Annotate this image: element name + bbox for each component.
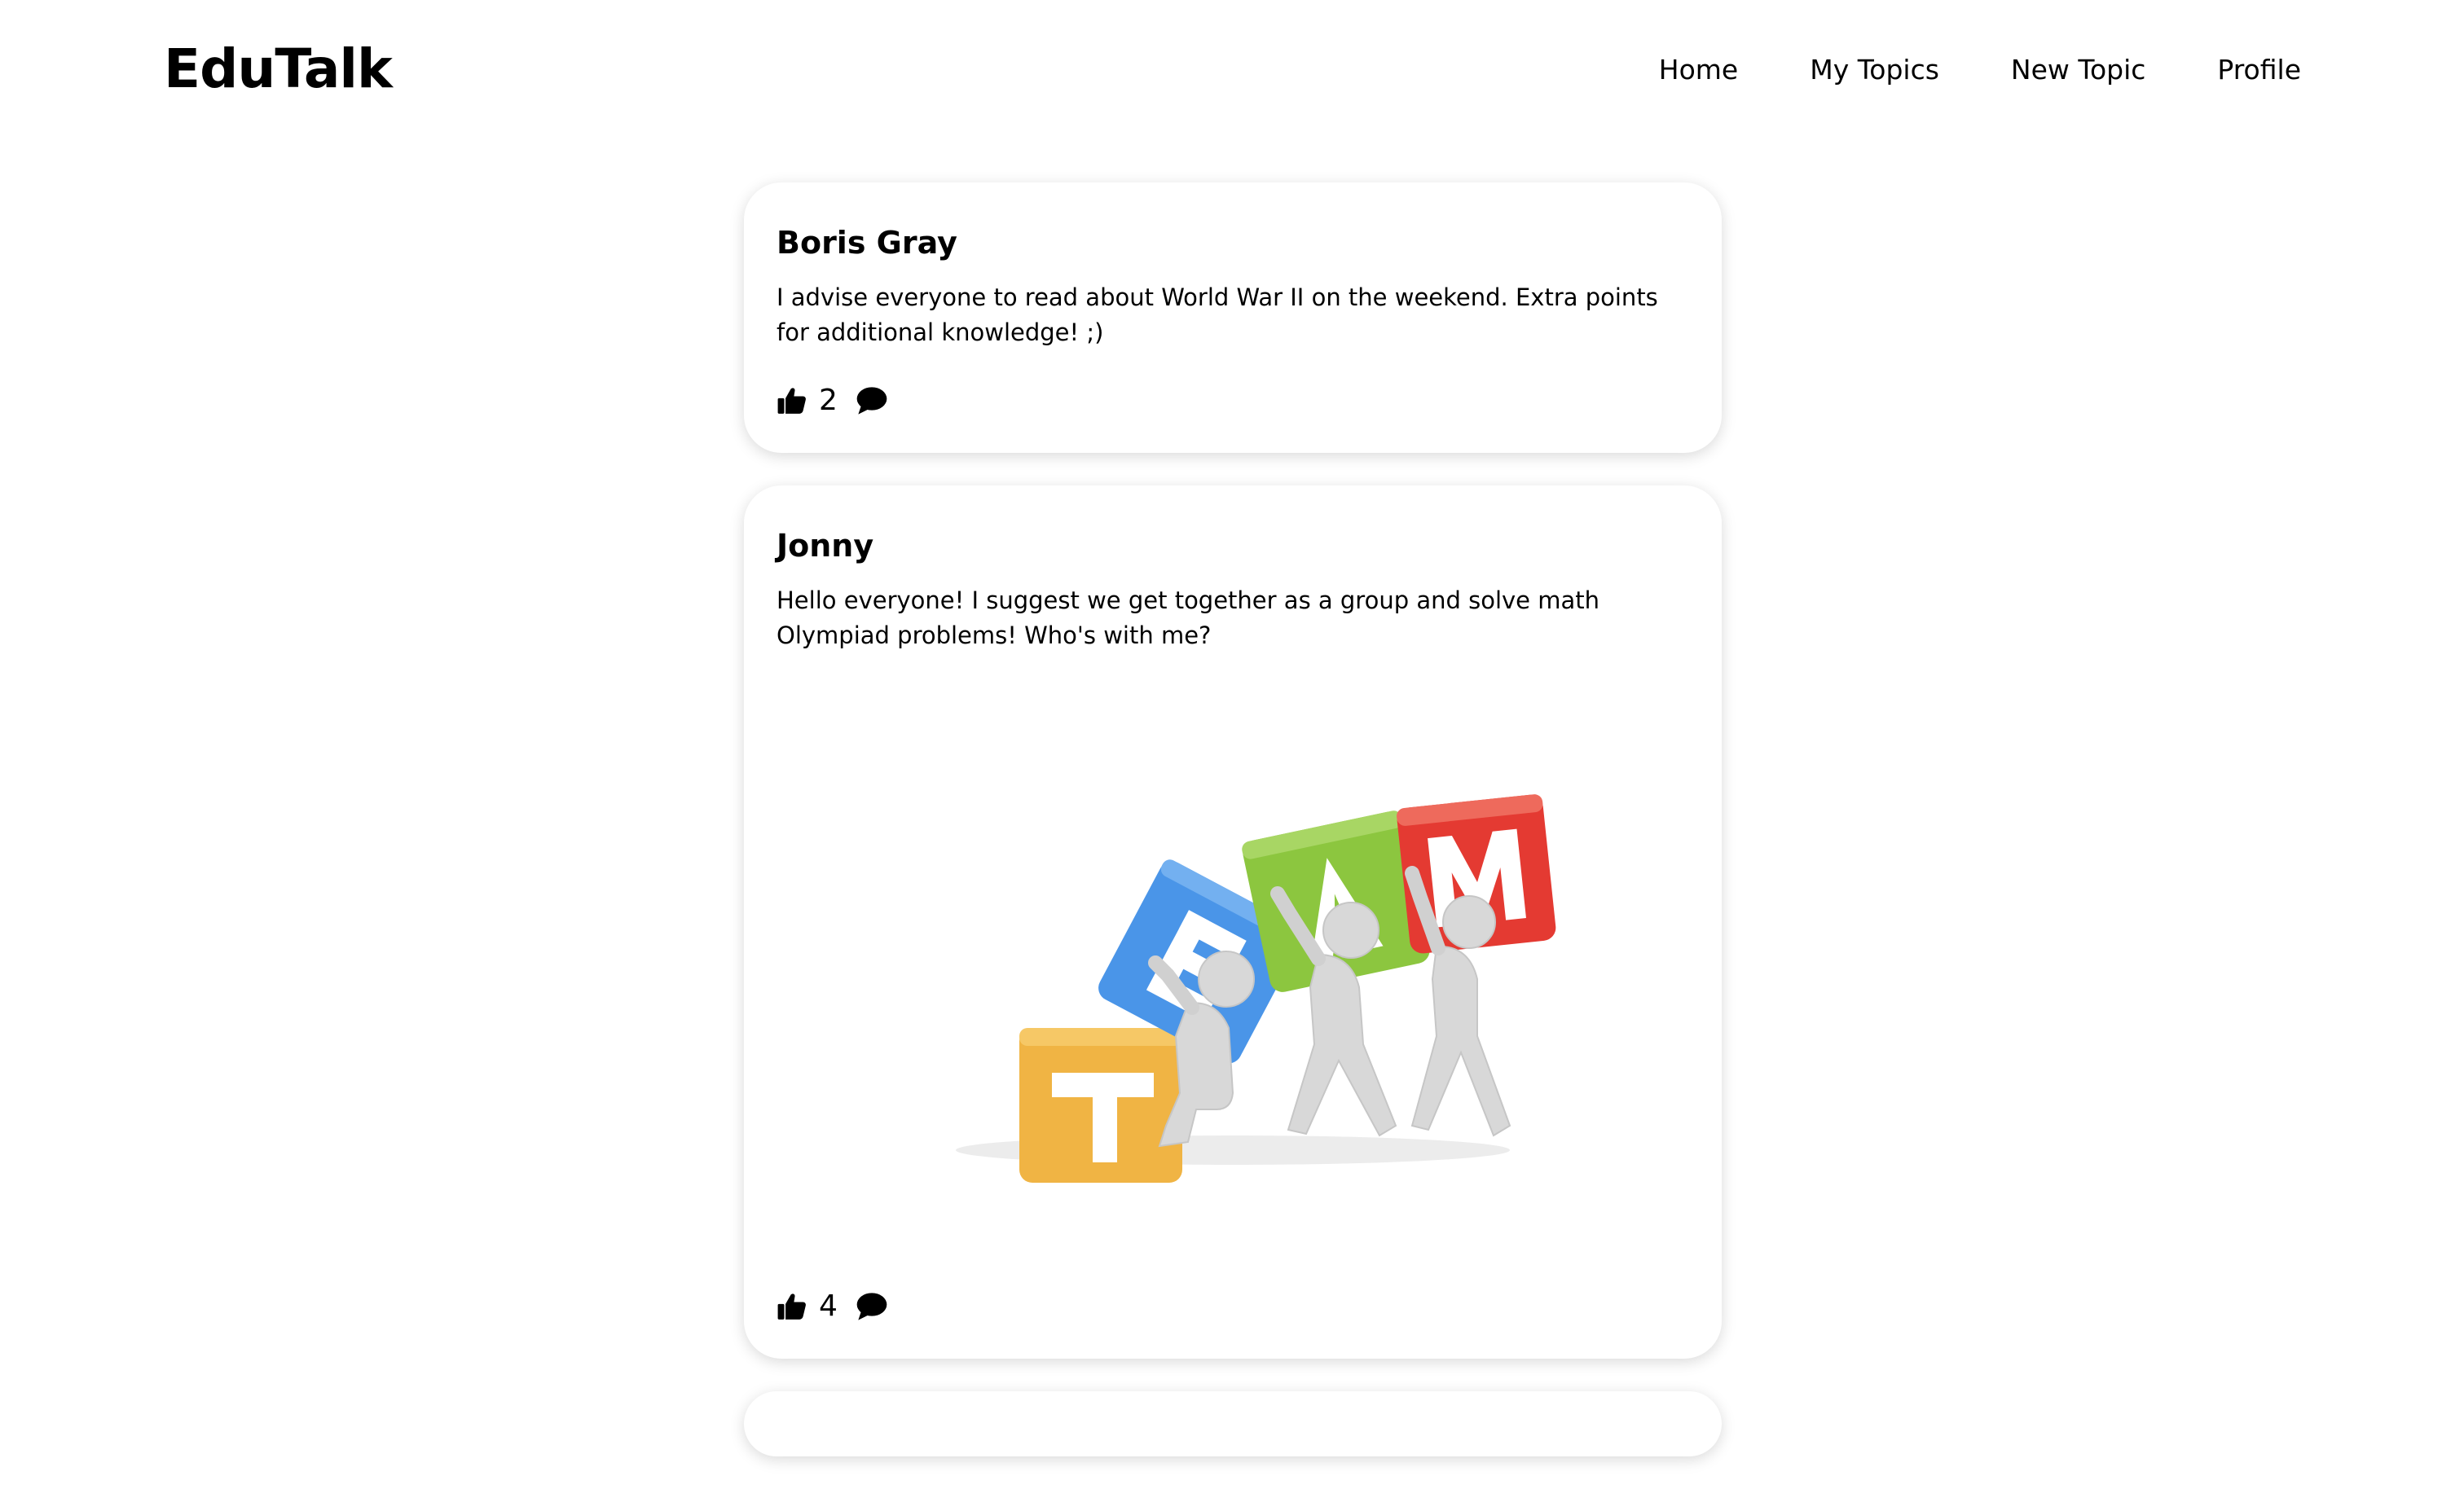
post-card xyxy=(744,1391,1722,1456)
header: EduTalk Home My Topics New Topic Profile xyxy=(0,0,2464,138)
block-t xyxy=(1019,1028,1182,1183)
post-text: Hello everyone! I suggest we get togethe… xyxy=(777,586,1600,649)
nav-my-topics[interactable]: My Topics xyxy=(1810,47,1939,93)
thumbs-up-icon[interactable] xyxy=(777,385,807,416)
post-author[interactable]: Jonny xyxy=(777,525,1689,567)
post-author[interactable]: Boris Gray xyxy=(777,222,1689,264)
like-count: 2 xyxy=(819,384,838,417)
post-actions: 4 xyxy=(777,1287,1689,1326)
post-actions: 2 xyxy=(777,381,1689,420)
post-card: Jonny Hello everyone! I suggest we get t… xyxy=(744,485,1722,1359)
comment-icon[interactable] xyxy=(856,1291,887,1322)
post-card: Boris Gray I advise everyone to read abo… xyxy=(744,182,1722,453)
team-blocks-image xyxy=(956,794,1556,1183)
post-text: I advise everyone to read about World Wa… xyxy=(777,283,1658,346)
like-count: 4 xyxy=(819,1289,838,1323)
comment-icon[interactable] xyxy=(856,385,887,416)
nav-new-topic[interactable]: New Topic xyxy=(2011,47,2145,93)
main-nav: Home My Topics New Topic Profile xyxy=(1659,47,2301,93)
nav-home[interactable]: Home xyxy=(1659,47,1738,93)
topic-feed: Boris Gray I advise everyone to read abo… xyxy=(744,182,1722,1489)
nav-profile[interactable]: Profile xyxy=(2217,47,2301,93)
thumbs-up-icon[interactable] xyxy=(777,1291,807,1322)
app-logo[interactable]: EduTalk xyxy=(164,33,393,106)
